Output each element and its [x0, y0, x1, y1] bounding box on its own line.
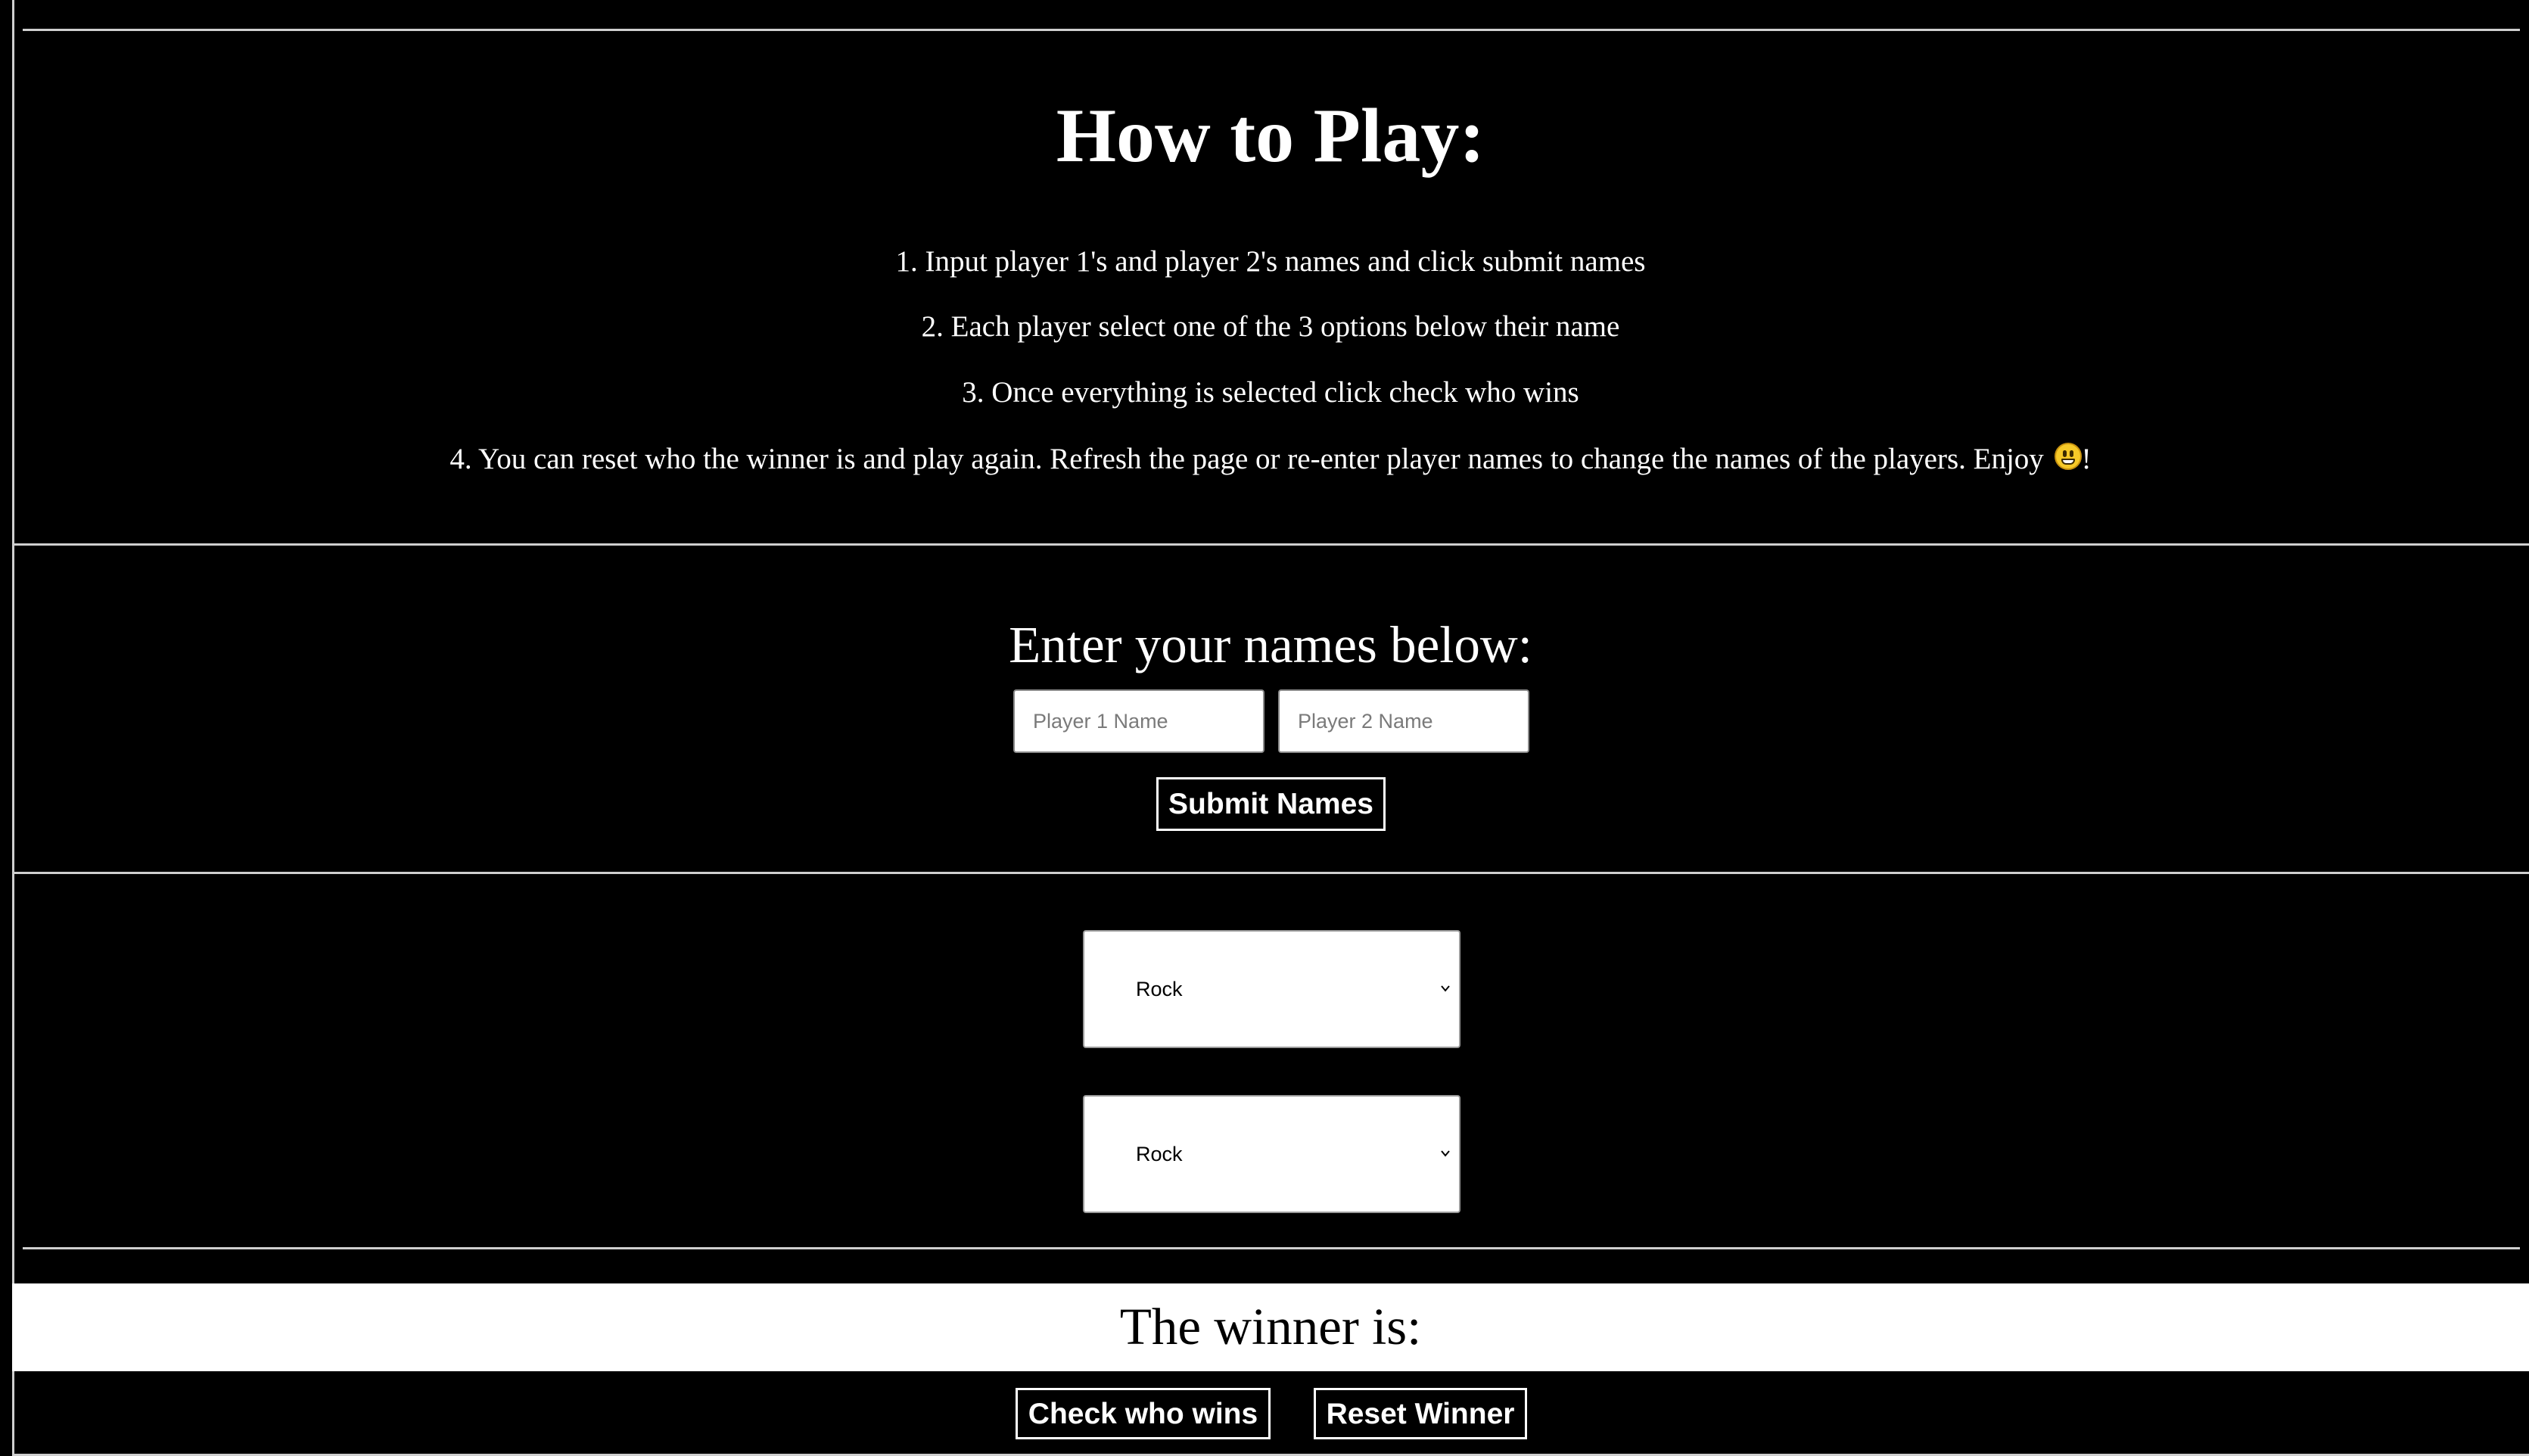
player2-choice-select[interactable]: Rock — [1083, 1095, 1460, 1213]
grinning-face-icon — [2054, 443, 2082, 470]
divider-1 — [12, 543, 2529, 546]
instruction-step-3: 3. Once everything is selected click che… — [962, 376, 1579, 409]
check-who-wins-button[interactable]: Check who wins — [1016, 1388, 1271, 1439]
instruction-step-1: 1. Input player 1's and player 2's names… — [895, 245, 1646, 278]
player2-choice-value: Rock — [1136, 1143, 1183, 1165]
chevron-down-icon — [1441, 1150, 1450, 1157]
page: How to Play: 1. Input player 1's and pla… — [0, 0, 2529, 1456]
reset-winner-button[interactable]: Reset Winner — [1314, 1388, 1527, 1439]
submit-names-button[interactable]: Submit Names — [1156, 777, 1386, 831]
instruction-step-4-text: 4. You can reset who the winner is and p… — [449, 443, 2044, 475]
divider-2 — [12, 872, 2529, 874]
player2-name-input[interactable] — [1278, 689, 1529, 753]
instruction-step-2: 2. Each player select one of the 3 optio… — [921, 310, 1620, 343]
how-to-play-title: How to Play: — [1056, 93, 1485, 179]
winner-display: The winner is: — [12, 1283, 2529, 1371]
divider-top — [23, 29, 2520, 31]
names-section-title: Enter your names below: — [1009, 616, 1532, 674]
player1-choice-value: Rock — [1136, 978, 1183, 1000]
divider-3 — [23, 1247, 2520, 1249]
chevron-down-icon — [1441, 985, 1450, 992]
left-border — [12, 0, 14, 1456]
instruction-step-4: 4. You can reset who the winner is and p… — [12, 441, 2529, 478]
winner-label: The winner is: — [1119, 1298, 1422, 1355]
player1-choice-select[interactable]: Rock — [1083, 930, 1460, 1048]
player1-name-input[interactable] — [1013, 689, 1264, 753]
instruction-step-4-suffix: ! — [2081, 443, 2092, 475]
